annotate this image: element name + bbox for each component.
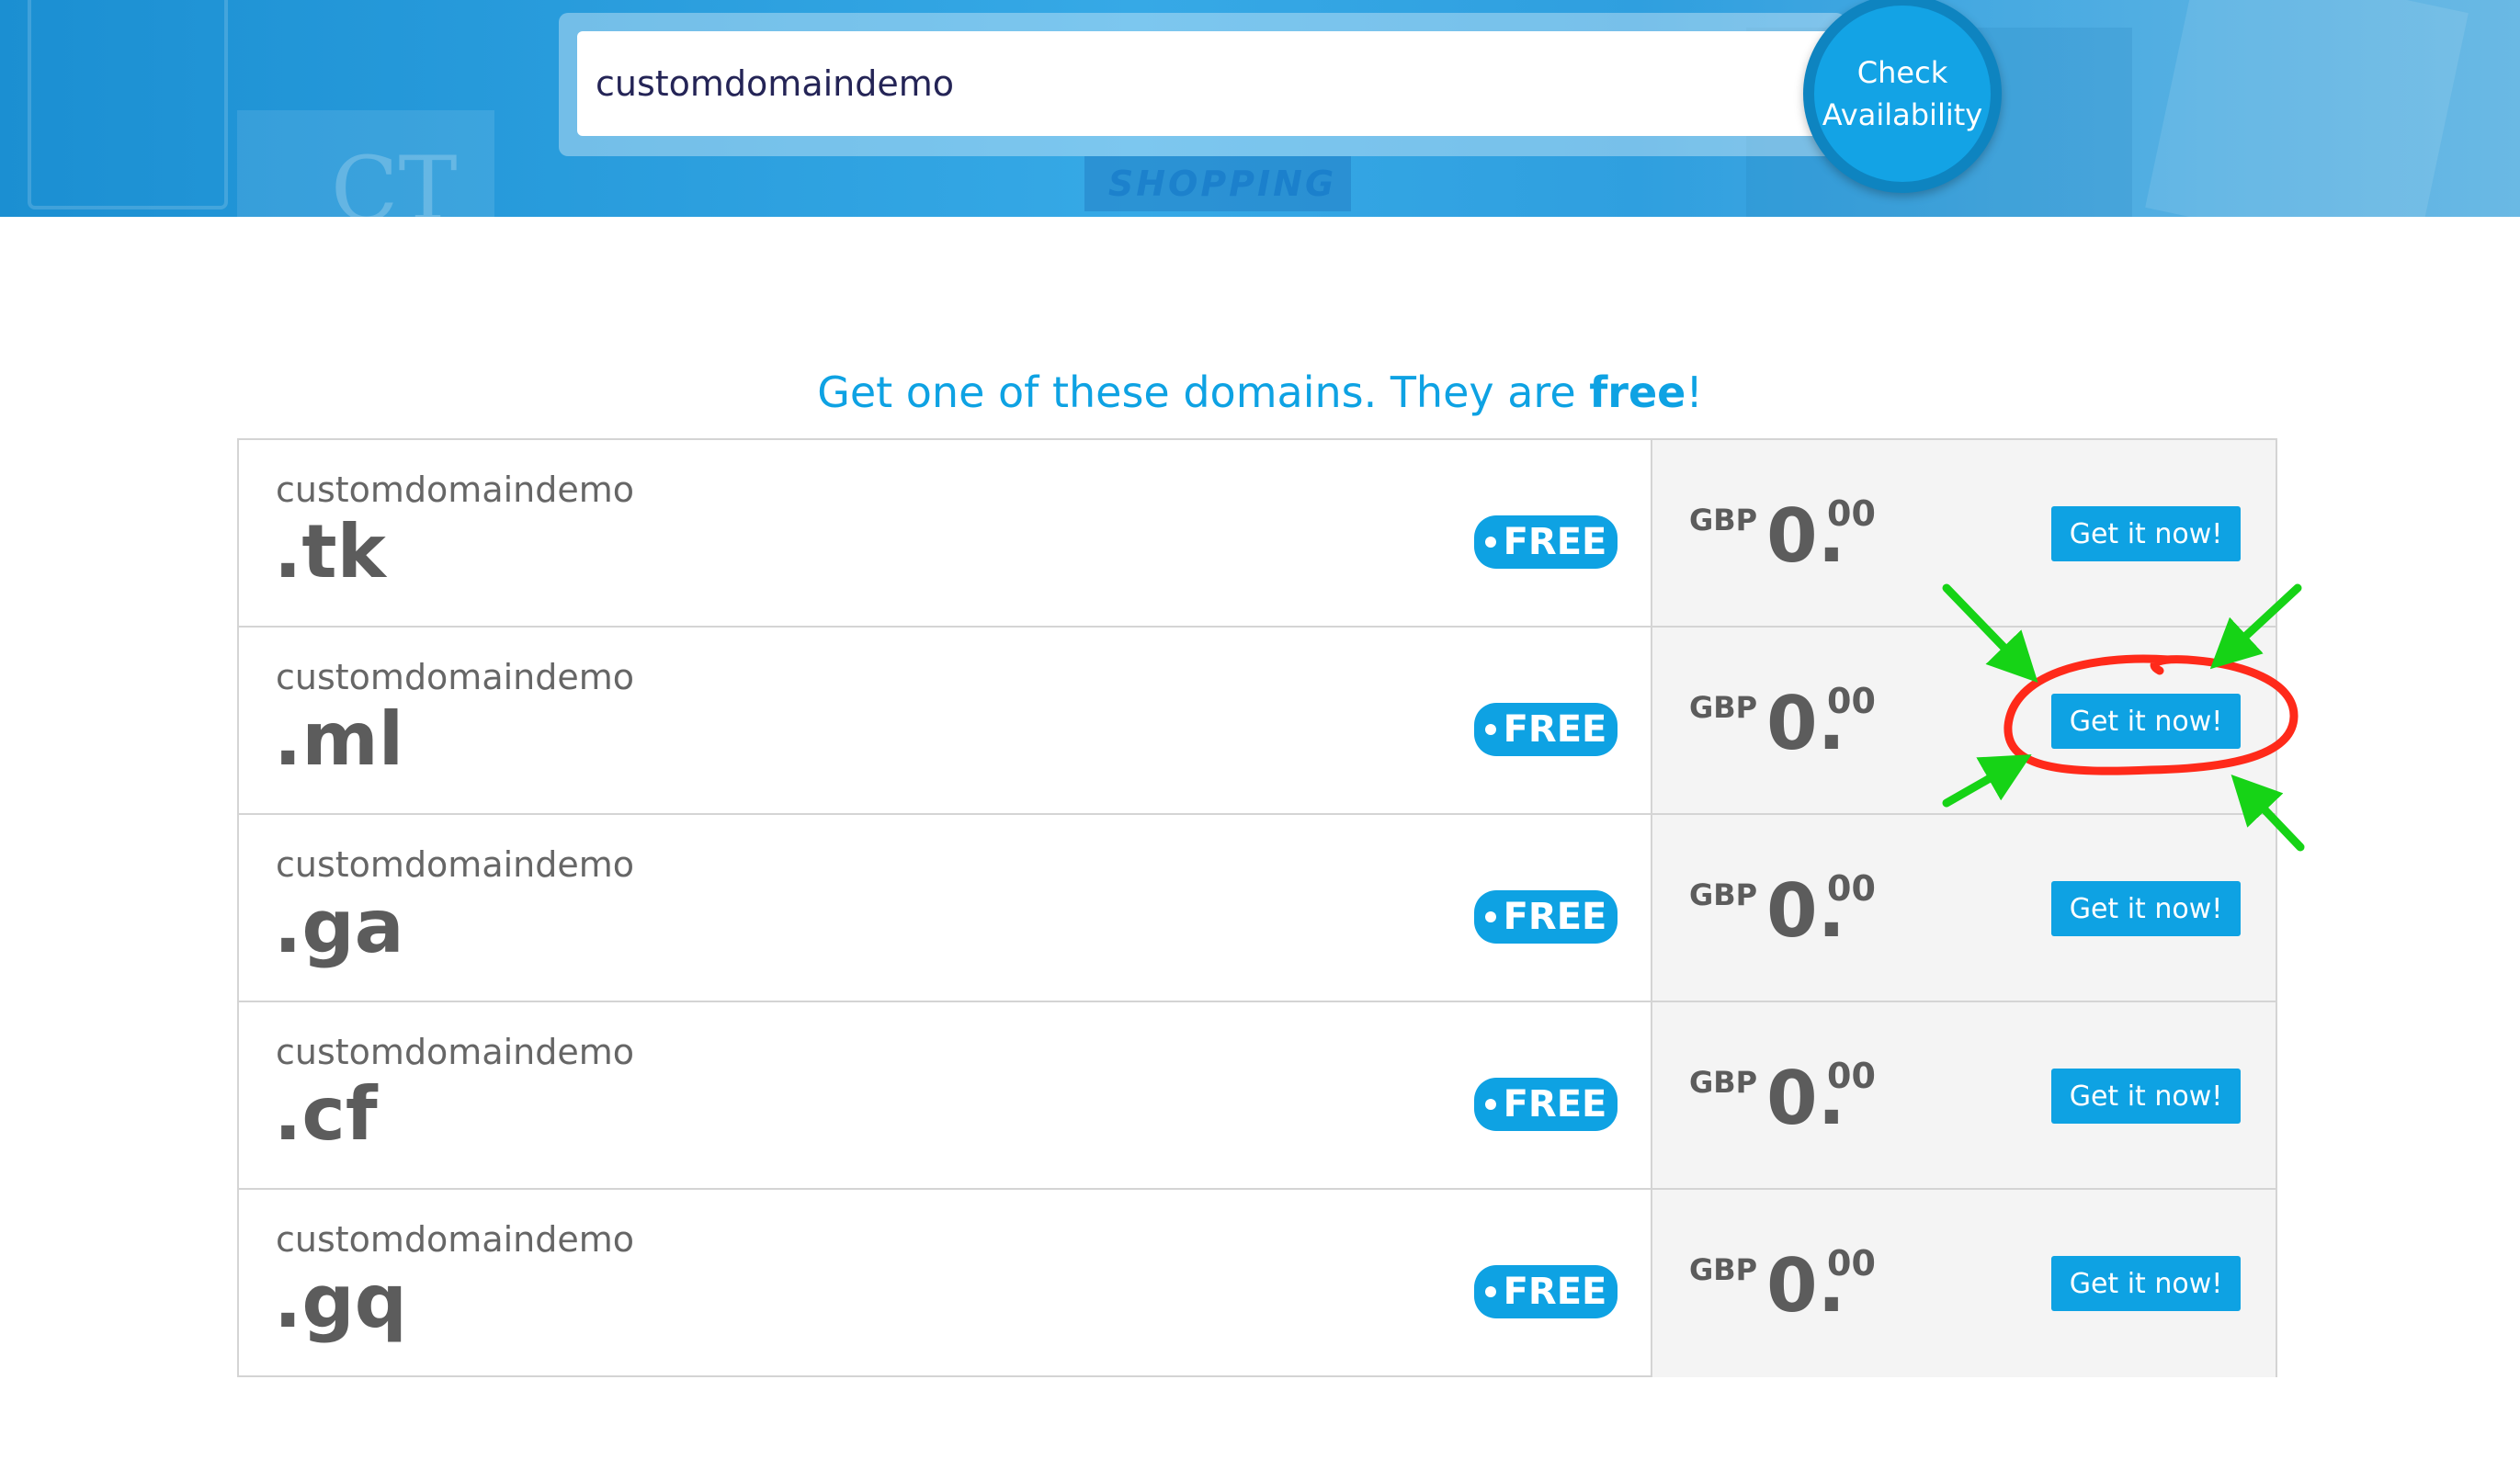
domain-row: customdomaindemo .gq FREE GBP 0. 00 Get …	[239, 1190, 2276, 1377]
background-sign-text: CT	[331, 138, 458, 217]
heading-text: Get one of these domains. They are	[817, 368, 1590, 417]
bullet-icon	[1484, 1286, 1496, 1297]
get-it-now-button[interactable]: Get it now!	[2051, 694, 2241, 749]
free-badge-label: FREE	[1503, 521, 1607, 563]
domain-name: customdomaindemo	[276, 657, 635, 697]
get-it-now-button[interactable]: Get it now!	[2051, 881, 2241, 936]
domain-search-input[interactable]	[577, 31, 1845, 136]
free-badge-label: FREE	[1503, 708, 1607, 751]
price-currency: GBP	[1689, 1065, 1758, 1100]
price-cell: GBP 0. 00 Get it now!	[1652, 1190, 2276, 1377]
get-it-now-button[interactable]: Get it now!	[2051, 1256, 2241, 1311]
domain-info-cell: customdomaindemo .ga FREE	[239, 815, 1652, 1001]
domain-name: customdomaindemo	[276, 844, 635, 885]
domain-name: customdomaindemo	[276, 1032, 635, 1072]
get-it-now-button[interactable]: Get it now!	[2051, 1069, 2241, 1124]
domain-info-cell: customdomaindemo .ml FREE	[239, 628, 1652, 813]
free-domains-heading: Get one of these domains. They are free!	[0, 368, 2520, 417]
price-decimal: 00	[1827, 868, 1876, 909]
price-decimal: 00	[1827, 681, 1876, 721]
bullet-icon	[1484, 537, 1496, 548]
domain-tld: .cf	[274, 1071, 378, 1157]
price-cell: GBP 0. 00 Get it now!	[1652, 815, 2276, 1001]
domain-info-cell: customdomaindemo .cf FREE	[239, 1002, 1652, 1188]
free-badge-label: FREE	[1503, 1083, 1607, 1125]
price-currency: GBP	[1689, 1252, 1758, 1287]
domain-row: customdomaindemo .ga FREE GBP 0. 00 Get …	[239, 815, 2276, 1002]
free-badge: FREE	[1474, 890, 1618, 944]
domain-results-table: customdomaindemo .tk FREE GBP 0. 00 Get …	[237, 438, 2277, 1377]
domain-name: customdomaindemo	[276, 469, 635, 510]
domain-tld: .ml	[274, 696, 404, 782]
free-badge: FREE	[1474, 515, 1618, 569]
free-badge: FREE	[1474, 703, 1618, 756]
free-badge: FREE	[1474, 1078, 1618, 1131]
domain-row: customdomaindemo .ml FREE GBP 0. 00 Get …	[239, 628, 2276, 815]
price-cell: GBP 0. 00 Get it now!	[1652, 628, 2276, 813]
domain-info-cell: customdomaindemo .tk FREE	[239, 440, 1652, 626]
free-badge-label: FREE	[1503, 896, 1607, 938]
heading-emphasis: free	[1589, 368, 1686, 417]
check-availability-button[interactable]: Check Availability	[1803, 0, 2002, 193]
price-cell: GBP 0. 00 Get it now!	[1652, 440, 2276, 626]
bullet-icon	[1484, 724, 1496, 735]
domain-row: customdomaindemo .cf FREE GBP 0. 00 Get …	[239, 1002, 2276, 1190]
price-cell: GBP 0. 00 Get it now!	[1652, 1002, 2276, 1188]
domain-tld: .gq	[274, 1259, 407, 1344]
get-it-now-button[interactable]: Get it now!	[2051, 506, 2241, 561]
domain-name: customdomaindemo	[276, 1219, 635, 1260]
price-decimal: 00	[1827, 1056, 1876, 1096]
price-decimal: 00	[1827, 1243, 1876, 1284]
price-currency: GBP	[1689, 503, 1758, 537]
price-currency: GBP	[1689, 877, 1758, 912]
bullet-icon	[1484, 911, 1496, 922]
check-availability-label-line1: Check	[1856, 55, 1948, 90]
background-decoration	[28, 0, 228, 209]
heading-suffix: !	[1686, 368, 1703, 417]
bullet-icon	[1484, 1099, 1496, 1110]
price-currency: GBP	[1689, 690, 1758, 725]
price-decimal: 00	[1827, 493, 1876, 534]
domain-tld: .tk	[274, 509, 386, 594]
domain-tld: .ga	[274, 884, 404, 969]
background-decoration	[2145, 0, 2469, 217]
free-badge: FREE	[1474, 1265, 1618, 1318]
domain-info-cell: customdomaindemo .gq FREE	[239, 1190, 1652, 1377]
check-availability-label-line2: Availability	[1822, 97, 1983, 132]
free-badge-label: FREE	[1503, 1271, 1607, 1313]
background-shopping-text: SHOPPING	[1107, 164, 1337, 204]
domain-row: customdomaindemo .tk FREE GBP 0. 00 Get …	[239, 440, 2276, 628]
